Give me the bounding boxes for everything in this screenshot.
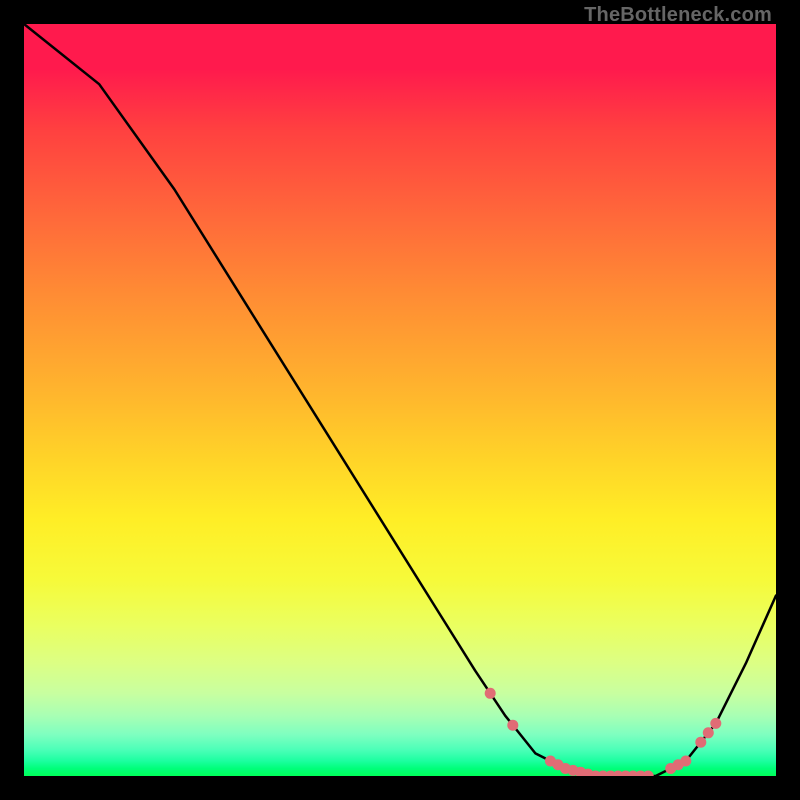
marker-dot xyxy=(507,720,518,731)
marker-dot xyxy=(710,718,721,729)
chart-overlay xyxy=(24,24,776,776)
marker-dot xyxy=(643,771,654,777)
marker-dot xyxy=(485,688,496,699)
chart-frame: TheBottleneck.com xyxy=(0,0,800,800)
marker-dot xyxy=(695,737,706,748)
bottleneck-curve xyxy=(24,24,776,776)
plot-area xyxy=(24,24,776,776)
marker-dots xyxy=(485,688,722,776)
marker-dot xyxy=(703,727,714,738)
marker-dot xyxy=(680,756,691,767)
